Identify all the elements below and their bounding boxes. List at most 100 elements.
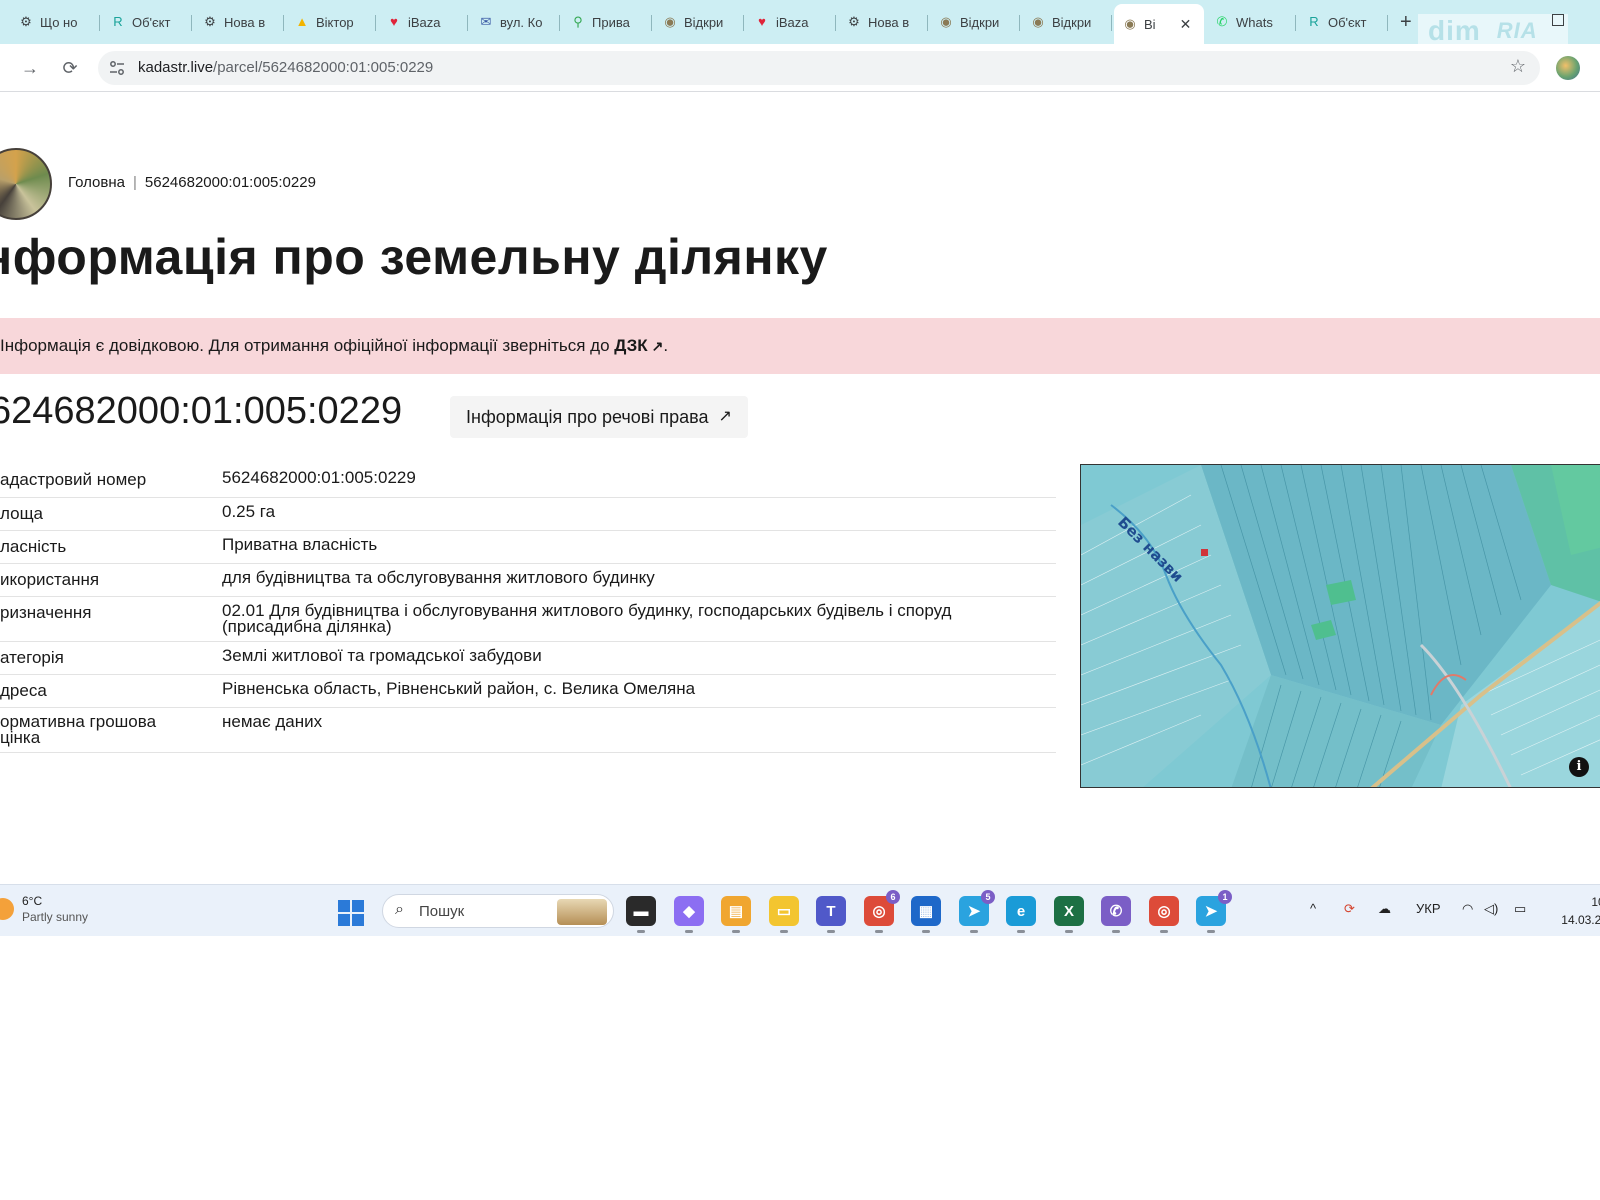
tray-sync-icon[interactable]: ⟳ xyxy=(1344,901,1355,917)
selected-parcel-marker[interactable] xyxy=(1201,549,1208,556)
browser-tab[interactable]: ⚙ Нова в xyxy=(194,6,284,38)
telegram-app-icon[interactable]: ➤ 5 xyxy=(959,890,995,933)
notice-banner: Інформація є довідковою. Для отримання о… xyxy=(0,318,1600,374)
dzk-link[interactable]: ДЗК ↗ xyxy=(614,336,663,355)
telegram-app-2-icon[interactable]: ➤ 1 xyxy=(1196,890,1232,933)
app-glyph: ▭ xyxy=(776,903,792,920)
site-logo[interactable] xyxy=(0,148,52,220)
language-indicator[interactable]: УКР xyxy=(1416,901,1441,916)
wifi-icon[interactable]: ◠ xyxy=(1462,901,1473,917)
windows-taskbar: 6°C Partly sunny ⌕ Пошук ^ ⟳ ☁ УКР ◠ ◁) … xyxy=(0,884,1600,936)
profile-avatar[interactable] xyxy=(1556,56,1580,80)
tab-title: Об'єкт xyxy=(1328,14,1367,30)
map-canvas[interactable]: Без назви xyxy=(1081,465,1600,788)
row-label: ризначення xyxy=(0,596,222,642)
app-glyph: ◆ xyxy=(683,903,695,920)
browser-tab[interactable]: ✆ Whats xyxy=(1206,6,1296,38)
store-bag-app-icon[interactable]: ▤ xyxy=(721,896,751,933)
windows-start-icon[interactable] xyxy=(338,900,364,926)
tab-separator xyxy=(375,15,376,31)
browser-tab[interactable]: R Об'єкт xyxy=(102,6,192,38)
table-row: адастровий номер 5624682000:01:005:0229 xyxy=(0,464,1056,498)
row-value: для будівництва та обслуговування житлов… xyxy=(222,563,1056,597)
tray-chevron-icon[interactable]: ^ xyxy=(1310,901,1316,916)
browser-tab[interactable]: ⚙ Що но xyxy=(10,6,100,38)
url-path: /parcel/5624682000:01:005:0229 xyxy=(213,59,434,76)
browser-tab[interactable]: ♥ iBaza xyxy=(378,6,468,38)
folder-app-icon[interactable]: ▭ xyxy=(769,896,799,933)
teams-app-icon[interactable]: T xyxy=(816,896,846,933)
app-glyph: ▤ xyxy=(728,903,744,920)
running-indicator xyxy=(780,930,788,933)
chrome-profile-app-icon[interactable]: ◎ xyxy=(1149,896,1179,933)
viber-app-icon[interactable]: ✆ xyxy=(1101,896,1131,933)
edge-app-icon[interactable]: e xyxy=(1006,896,1036,933)
browser-toolbar: → ⟳ kadastr.live/parcel/5624682000:01:00… xyxy=(0,44,1600,92)
app-glyph: ▦ xyxy=(918,903,934,920)
browser-tab[interactable]: ♥ iBaza xyxy=(746,6,836,38)
app-glyph: T xyxy=(826,902,836,920)
chrome-app-icon[interactable]: ◎ 6 xyxy=(864,890,900,933)
browser-tab[interactable]: ▲ Віктор xyxy=(286,6,376,38)
file-explorer-dark-app-icon[interactable]: ▬ xyxy=(626,896,656,933)
tab-title: Що но xyxy=(40,14,78,30)
table-row: лоща 0.25 га xyxy=(0,497,1056,531)
browser-tab[interactable]: ◉ Відкри xyxy=(930,6,1020,38)
copilot-app-icon[interactable]: ◆ xyxy=(674,896,704,933)
new-tab-button[interactable]: + xyxy=(1400,10,1412,34)
mail-tab-icon: ✉ xyxy=(480,14,492,29)
app-glyph: e xyxy=(1016,902,1026,920)
map-info-button[interactable]: i xyxy=(1569,757,1589,777)
tab-separator xyxy=(283,15,284,31)
close-tab-icon[interactable]: ✕ xyxy=(1180,16,1192,33)
window-restore-icon[interactable] xyxy=(1552,14,1564,26)
external-link-icon: ↗ xyxy=(651,338,664,354)
reload-icon[interactable]: ⟳ xyxy=(58,56,82,80)
browser-tab[interactable]: ◉ Відкри xyxy=(1022,6,1112,38)
tab-title: Нова в xyxy=(224,14,266,30)
address-bar[interactable]: kadastr.live/parcel/5624682000:01:005:02… xyxy=(98,51,1540,85)
app-glyph: ✆ xyxy=(1109,903,1123,920)
search-placeholder: Пошук xyxy=(419,903,465,920)
battery-icon[interactable]: ▭ xyxy=(1514,901,1526,917)
tab-separator xyxy=(1387,15,1388,31)
heart-tab-icon: ♥ xyxy=(390,14,398,29)
row-value-multiline: 02.01 Для будівництва і обслуговування ж… xyxy=(222,596,1056,642)
tab-title: Віктор xyxy=(316,14,354,30)
maps-pin-tab-icon: ⚲ xyxy=(573,14,583,29)
row-label-line-2: цінка xyxy=(0,727,41,747)
partly-sunny-icon xyxy=(0,898,14,920)
excel-app-icon[interactable]: X xyxy=(1054,896,1084,933)
ms-store-app-icon[interactable]: ▦ xyxy=(911,896,941,933)
weather-widget[interactable]: 6°C Partly sunny xyxy=(0,893,88,925)
site-info-icon[interactable] xyxy=(108,59,126,77)
running-indicator xyxy=(1017,930,1025,933)
tray-cloud-icon[interactable]: ☁ xyxy=(1378,901,1391,917)
breadcrumb: Головна | 5624682000:01:005:0229 xyxy=(68,174,316,191)
browser-tab[interactable]: ⚙ Нова в xyxy=(838,6,928,38)
url-text[interactable]: kadastr.live/parcel/5624682000:01:005:02… xyxy=(138,59,433,76)
running-indicator xyxy=(1207,930,1215,933)
breadcrumb-home-link[interactable]: Головна xyxy=(68,174,125,191)
row-label: ласність xyxy=(0,530,222,564)
forward-arrow-icon[interactable]: → xyxy=(18,56,42,80)
browser-tab[interactable]: ⚲ Прива xyxy=(562,6,652,38)
kadastr-tab-icon: ◉ xyxy=(940,14,952,29)
page-title: нформація про земельну ділянку xyxy=(0,229,828,285)
tab-title: вул. Ко xyxy=(500,14,543,30)
system-clock[interactable]: 10: 14.03.20 xyxy=(1548,893,1600,929)
browser-tab[interactable]: ✉ вул. Ко xyxy=(470,6,560,38)
volume-icon[interactable]: ◁) xyxy=(1484,901,1498,917)
kadastr-tab-icon: ◉ xyxy=(1032,14,1044,29)
cadastral-map[interactable]: Без назви i xyxy=(1080,464,1600,788)
property-rights-button[interactable]: Інформація про речові права ↗ xyxy=(450,396,748,438)
dimria-tab-icon: R xyxy=(1309,14,1319,29)
dimria-tab-icon: R xyxy=(113,14,123,29)
browser-tab[interactable]: ◉ Ві ✕ xyxy=(1114,4,1204,44)
taskbar-search-box[interactable]: ⌕ Пошук xyxy=(382,894,614,928)
browser-tab[interactable]: ◉ Відкри xyxy=(654,6,744,38)
row-value: 5624682000:01:005:0229 xyxy=(222,464,1056,498)
running-indicator xyxy=(875,930,883,933)
browser-tab[interactable]: R Об'єкт xyxy=(1298,6,1388,38)
bookmark-star-icon[interactable]: ☆ xyxy=(1510,56,1526,77)
